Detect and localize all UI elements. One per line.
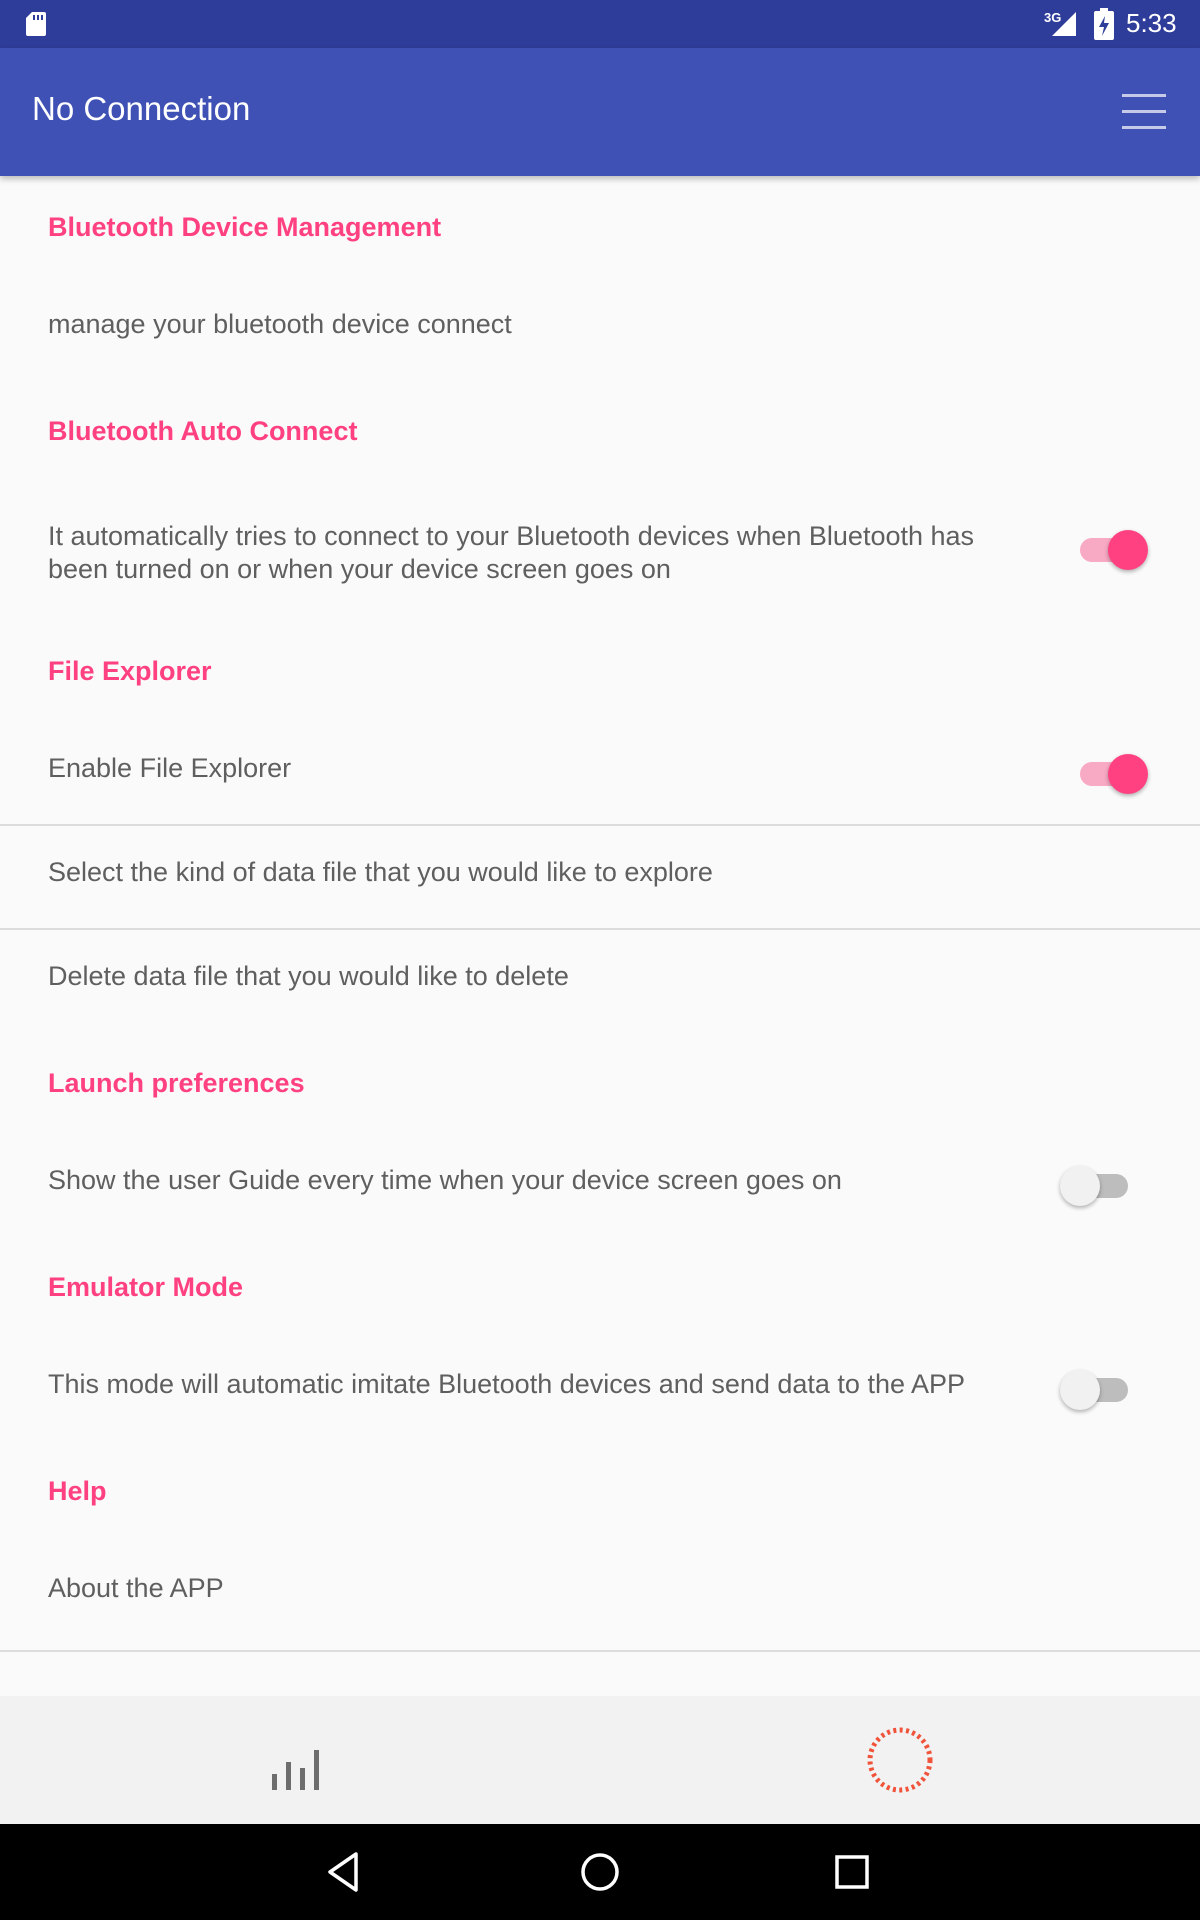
- pref-summary: manage your bluetooth device connect: [48, 309, 512, 339]
- home-icon: [581, 1853, 619, 1891]
- category-file-explorer: File Explorer: [0, 620, 1200, 720]
- switch-thumb: [1108, 754, 1148, 794]
- switch-thumb: [1060, 1370, 1100, 1410]
- divider: [0, 1650, 1200, 1652]
- switch-thumb: [1108, 530, 1148, 570]
- pref-about-app[interactable]: About the APP: [0, 1540, 1200, 1642]
- pref-summary: This mode will automatic imitate Bluetoo…: [48, 1369, 966, 1399]
- category-help: Help: [0, 1440, 1200, 1540]
- sd-card-icon: [26, 12, 46, 36]
- category-title: Emulator Mode: [48, 1272, 244, 1302]
- pref-summary-line-1: It automatically tries to connect to you…: [48, 521, 975, 551]
- switch-thumb: [1060, 1166, 1100, 1206]
- auto-connect-switch[interactable]: [1076, 526, 1148, 574]
- pref-show-user-guide[interactable]: Show the user Guide every time when your…: [0, 1132, 1200, 1236]
- tab-chart[interactable]: [260, 1720, 340, 1800]
- pref-label: Delete data file that you would like to …: [48, 961, 569, 991]
- category-bluetooth-auto-connect: Bluetooth Auto Connect: [0, 380, 1200, 480]
- recent-apps-icon: [835, 1855, 869, 1889]
- menu-icon: [1122, 94, 1166, 129]
- app-bar: No Connection: [0, 48, 1200, 176]
- pref-delete-data-file[interactable]: Delete data file that you would like to …: [0, 930, 1200, 1032]
- emulator-mode-switch[interactable]: [1060, 1366, 1132, 1414]
- pref-bluetooth-auto-connect[interactable]: It automatically tries to connect to you…: [0, 480, 1200, 620]
- page-title: No Connection: [32, 90, 251, 127]
- category-emulator-mode: Emulator Mode: [0, 1236, 1200, 1336]
- category-bluetooth-device-management: Bluetooth Device Management: [0, 176, 1200, 276]
- battery-charging-icon: [1094, 8, 1114, 40]
- pref-label: Enable File Explorer: [48, 753, 292, 783]
- pref-label: Show the user Guide every time when your…: [48, 1165, 842, 1195]
- pref-summary-line-2: been turned on or when your device scree…: [48, 554, 671, 584]
- bottom-tab-bar: [0, 1696, 1200, 1824]
- connection-status-icon: [867, 1727, 933, 1793]
- category-title: Launch preferences: [48, 1068, 305, 1098]
- category-title: Bluetooth Auto Connect: [48, 416, 358, 446]
- pref-select-data-file[interactable]: Select the kind of data file that you wo…: [0, 826, 1200, 928]
- navigation-bar: [0, 1824, 1200, 1920]
- pref-label: Select the kind of data file that you wo…: [48, 857, 713, 887]
- category-title: Help: [48, 1476, 107, 1506]
- pref-enable-file-explorer[interactable]: Enable File Explorer: [0, 720, 1200, 824]
- back-icon: [328, 1852, 358, 1892]
- nav-back-button[interactable]: [320, 1846, 372, 1898]
- pref-label: About the APP: [48, 1573, 224, 1603]
- category-launch-preferences: Launch preferences: [0, 1032, 1200, 1132]
- bar-chart-icon: [272, 1750, 319, 1790]
- nav-recent-apps-button[interactable]: [826, 1846, 878, 1898]
- signal-icon: [1052, 12, 1076, 36]
- user-guide-switch[interactable]: [1060, 1162, 1132, 1210]
- file-explorer-switch[interactable]: [1076, 750, 1148, 798]
- category-title: File Explorer: [48, 656, 212, 686]
- status-bar: 3G 5:33: [0, 0, 1200, 48]
- tab-connection-status[interactable]: [860, 1720, 940, 1800]
- clock: 5:33: [1126, 8, 1177, 38]
- menu-button[interactable]: [1108, 84, 1180, 140]
- category-title: Bluetooth Device Management: [48, 212, 442, 242]
- pref-bluetooth-device-management[interactable]: manage your bluetooth device connect: [0, 276, 1200, 380]
- pref-emulator-mode[interactable]: This mode will automatic imitate Bluetoo…: [0, 1336, 1200, 1440]
- nav-home-button[interactable]: [574, 1846, 626, 1898]
